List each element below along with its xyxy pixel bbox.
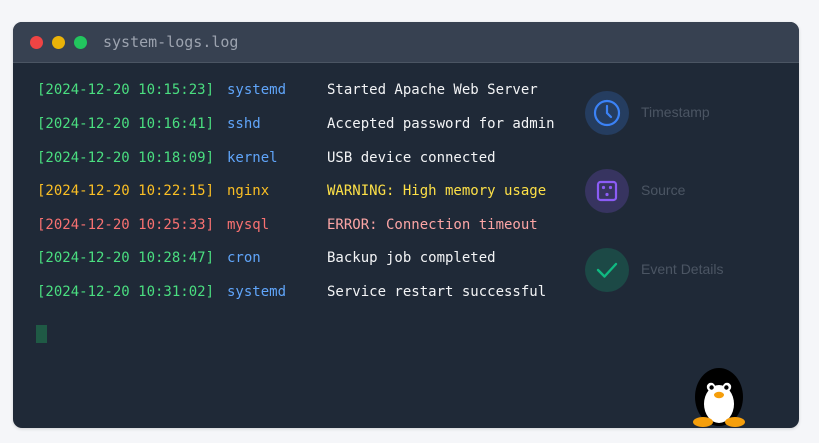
log-message: WARNING: High memory usage xyxy=(327,183,547,199)
log-source: systemd xyxy=(227,284,287,300)
log-timestamp: [2024-12-20 10:22:15] xyxy=(37,183,215,199)
log-timestamp: [2024-12-20 10:31:02] xyxy=(37,284,215,300)
title-bar[interactable]: system-logs.log xyxy=(13,22,799,63)
log-message: USB device connected xyxy=(327,150,496,166)
log-source: mysql xyxy=(227,217,270,233)
legend-label: Timestamp xyxy=(641,104,710,120)
check-icon xyxy=(585,248,629,292)
log-timestamp: [2024-12-20 10:15:23] xyxy=(37,82,215,98)
maximize-button[interactable] xyxy=(74,36,87,49)
log-source: systemd xyxy=(227,82,287,98)
legend-label: Event Details xyxy=(641,261,724,277)
log-message: Accepted password for admin xyxy=(327,116,555,132)
legend-label: Source xyxy=(641,182,686,198)
log-message: Backup job completed xyxy=(327,250,496,266)
log-message: Service restart successful xyxy=(327,284,547,300)
minimize-button[interactable] xyxy=(52,36,65,49)
penguin-icon xyxy=(691,362,747,428)
log-timestamp: [2024-12-20 10:18:09] xyxy=(37,150,215,166)
log-timestamp: [2024-12-20 10:28:47] xyxy=(37,250,215,266)
log-message: Started Apache Web Server xyxy=(327,82,538,98)
terminal-cursor[interactable] xyxy=(36,325,47,343)
close-button[interactable] xyxy=(30,36,43,49)
terminal-window: system-logs.log [2024-12-20 10:15:23] sy… xyxy=(13,22,799,428)
log-timestamp: [2024-12-20 10:25:33] xyxy=(37,217,215,233)
log-source: nginx xyxy=(227,183,270,199)
dice-icon xyxy=(585,169,629,213)
clock-icon xyxy=(585,91,629,135)
log-source: cron xyxy=(227,250,261,266)
log-source: kernel xyxy=(227,150,278,166)
log-source: sshd xyxy=(227,116,261,132)
log-message: ERROR: Connection timeout xyxy=(327,217,538,233)
window-title: system-logs.log xyxy=(103,33,239,51)
log-timestamp: [2024-12-20 10:16:41] xyxy=(37,116,215,132)
